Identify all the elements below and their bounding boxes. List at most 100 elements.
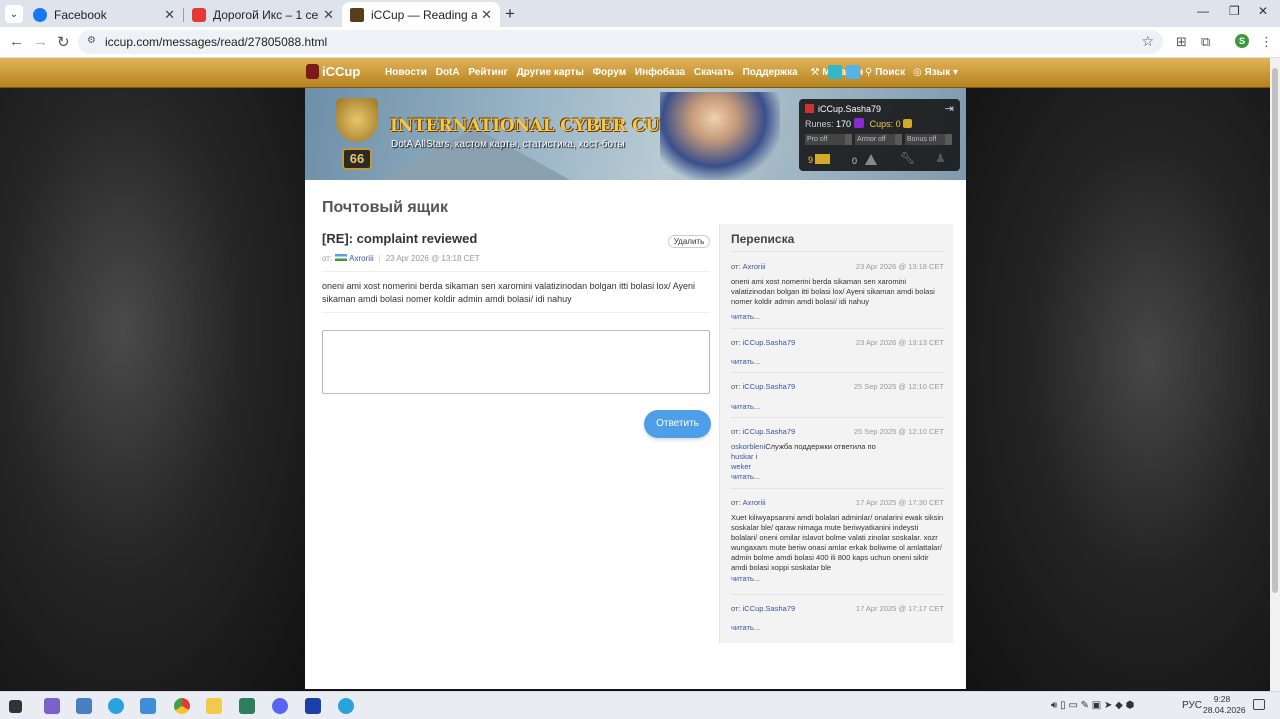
file-explorer-icon[interactable] [206,698,222,714]
close-tab-icon[interactable]: ✕ [323,7,334,23]
divider [731,251,944,252]
language-selector[interactable]: ◎ Язык ▾ [913,67,958,78]
from-label: от: [322,254,333,263]
read-more-link[interactable]: читать... [731,574,760,583]
close-window-button[interactable]: ✕ [1258,4,1268,18]
bookmark-star-icon[interactable]: ☆ [1141,33,1154,50]
browser-menu-icon[interactable]: ⋮ [1260,34,1273,50]
nav-dota[interactable]: DotA [436,67,460,78]
nav-support[interactable]: Поддержка [743,67,798,78]
close-tab-icon[interactable]: ✕ [164,7,175,23]
telegram-app-icon[interactable] [108,698,124,714]
nav-rating[interactable]: Рейтинг [468,67,507,78]
nav-infobase[interactable]: Инфобаза [635,67,685,78]
minimize-button[interactable]: — [1197,4,1209,18]
nav-other-maps[interactable]: Другие карты [517,67,584,78]
friends-icon[interactable] [828,65,842,79]
pro-status[interactable]: Pro off [805,134,852,145]
new-tab-button[interactable]: + [505,4,515,24]
read-more-link[interactable]: читать... [731,312,760,321]
runes-cups-line: Runes: 170 Cups: 0 [805,118,912,129]
conversation-author[interactable]: Axroriii [743,498,766,507]
logout-icon[interactable]: ⇥ [945,102,954,115]
url-text: iccup.com/messages/read/27805088.html [105,35,328,49]
tab-video[interactable]: Дорогой Икс – 1 серия ✕ [184,2,342,27]
input-language[interactable]: РУС [1182,700,1202,711]
forward-button[interactable]: → [33,33,48,50]
blue-app-icon[interactable] [305,698,321,714]
taskbar-clock[interactable]: 9:28 28.04.2026 [1203,694,1246,716]
nav-forum[interactable]: Форум [593,67,626,78]
from-label: от: [731,382,741,391]
conversation-author[interactable]: Axroriii [743,262,766,271]
site-logo[interactable]: iCCup [306,64,360,79]
site-info-icon[interactable]: ⚙ [87,35,96,46]
reload-button[interactable]: ↻ [57,33,70,51]
translate-icon[interactable]: ⊞ [1176,34,1187,50]
conversation-date: 17 Apr 2025 @ 17:30 CET [855,498,944,507]
read-more-link[interactable]: читать... [731,402,760,411]
snippet-link[interactable]: huskar i [731,452,757,461]
message-author[interactable]: Axroriii [349,254,373,263]
conversation-author[interactable]: iCCup.Sasha79 [743,382,796,391]
conversation-item[interactable]: от: Axroriii 17 Apr 2025 @ 17:30 CET Xue… [731,498,944,588]
conversation-author[interactable]: iCCup.Sasha79 [743,604,796,613]
game-app-icon[interactable] [239,698,255,714]
tray-icons[interactable]: 🔊︎ ▯ ▭ ✎ ▣ ➤ ◆ ⬢ [1051,700,1134,711]
conversation-item[interactable]: от: iCCup.Sasha79 17 Apr 2025 @ 17:17 CE… [731,604,944,634]
globe-icon: ◎ [913,67,922,78]
conversation-author[interactable]: iCCup.Sasha79 [743,427,796,436]
snippet-link[interactable]: oskorbleni [731,442,765,451]
page-scrollbar[interactable] [1270,58,1280,691]
profile-avatar[interactable]: S [1235,34,1249,48]
username[interactable]: iCCup.Sasha79 [805,104,881,114]
conversation-item[interactable]: от: Axroriii 23 Apr 2026 @ 13:18 CET one… [731,262,944,324]
snippet-link[interactable]: weker [731,462,751,471]
mail-link[interactable]: 9 [808,154,831,165]
mail-count: 9 [808,155,814,165]
chrome-app-icon[interactable] [174,698,190,714]
person-icon[interactable]: ♟ [935,151,946,165]
read-more-link[interactable]: читать... [731,623,760,632]
bonus-label: Bonus off [907,136,937,143]
discord-app-icon[interactable] [272,698,288,714]
divider [731,328,944,329]
store-app-icon[interactable] [140,698,156,714]
nav-download[interactable]: Скачать [694,67,734,78]
tab-iccup[interactable]: iCCup — Reading a message fr ✕ [342,2,500,27]
delete-button[interactable]: Удалить [668,235,710,248]
tab-facebook[interactable]: Facebook ✕ [25,2,183,27]
conversation-snippet: Xuet kiliwyapsanmi amdi bolalari adminla… [731,513,944,572]
back-button[interactable]: ← [9,33,24,50]
user-icon[interactable] [846,65,860,79]
warning-count: 0 [852,156,858,166]
read-more-link[interactable]: читать... [731,472,760,481]
restore-button[interactable]: ❐ [1229,4,1240,18]
reply-textarea[interactable] [322,330,710,394]
warnings-link[interactable]: 0 [852,154,878,166]
quill-app-icon[interactable] [44,698,60,714]
nav-news[interactable]: Новости [385,67,427,78]
conversation-author[interactable]: iCCup.Sasha79 [743,338,796,347]
close-tab-icon[interactable]: ✕ [481,7,492,23]
windows-start-icon[interactable] [9,700,22,713]
conversation-item[interactable]: от: iCCup.Sasha79 25 Sep 2025 @ 12:10 CE… [731,382,944,412]
scrollbar-thumb[interactable] [1272,68,1278,593]
read-more-link[interactable]: читать... [731,357,760,366]
notification-icon[interactable] [1253,699,1265,710]
armor-status[interactable]: Armor off [855,134,902,145]
conversation-item[interactable]: от: iCCup.Sasha79 25 Sep 2025 @ 12:10 CE… [731,427,944,487]
tab-search-icon[interactable]: ⌄ [5,5,23,23]
notepad-app-icon[interactable] [76,698,92,714]
envelope-icon [815,154,831,164]
address-bar[interactable]: ⚙ iccup.com/messages/read/27805088.html … [78,30,1163,54]
extensions-icon[interactable]: ⧉ [1201,34,1210,50]
username-text: iCCup.Sasha79 [818,104,882,114]
conversation-item[interactable]: от: iCCup.Sasha79 23 Apr 2026 @ 13:13 CE… [731,338,944,368]
reply-button[interactable]: Ответить [644,410,711,438]
wrench-icon[interactable]: 🔧︎ [900,151,915,165]
telegram-app-icon[interactable] [338,698,354,714]
armor-label: Armor off [857,136,886,143]
search-link[interactable]: ⚲ Поиск [865,67,905,78]
bonus-status[interactable]: Bonus off [905,134,952,145]
